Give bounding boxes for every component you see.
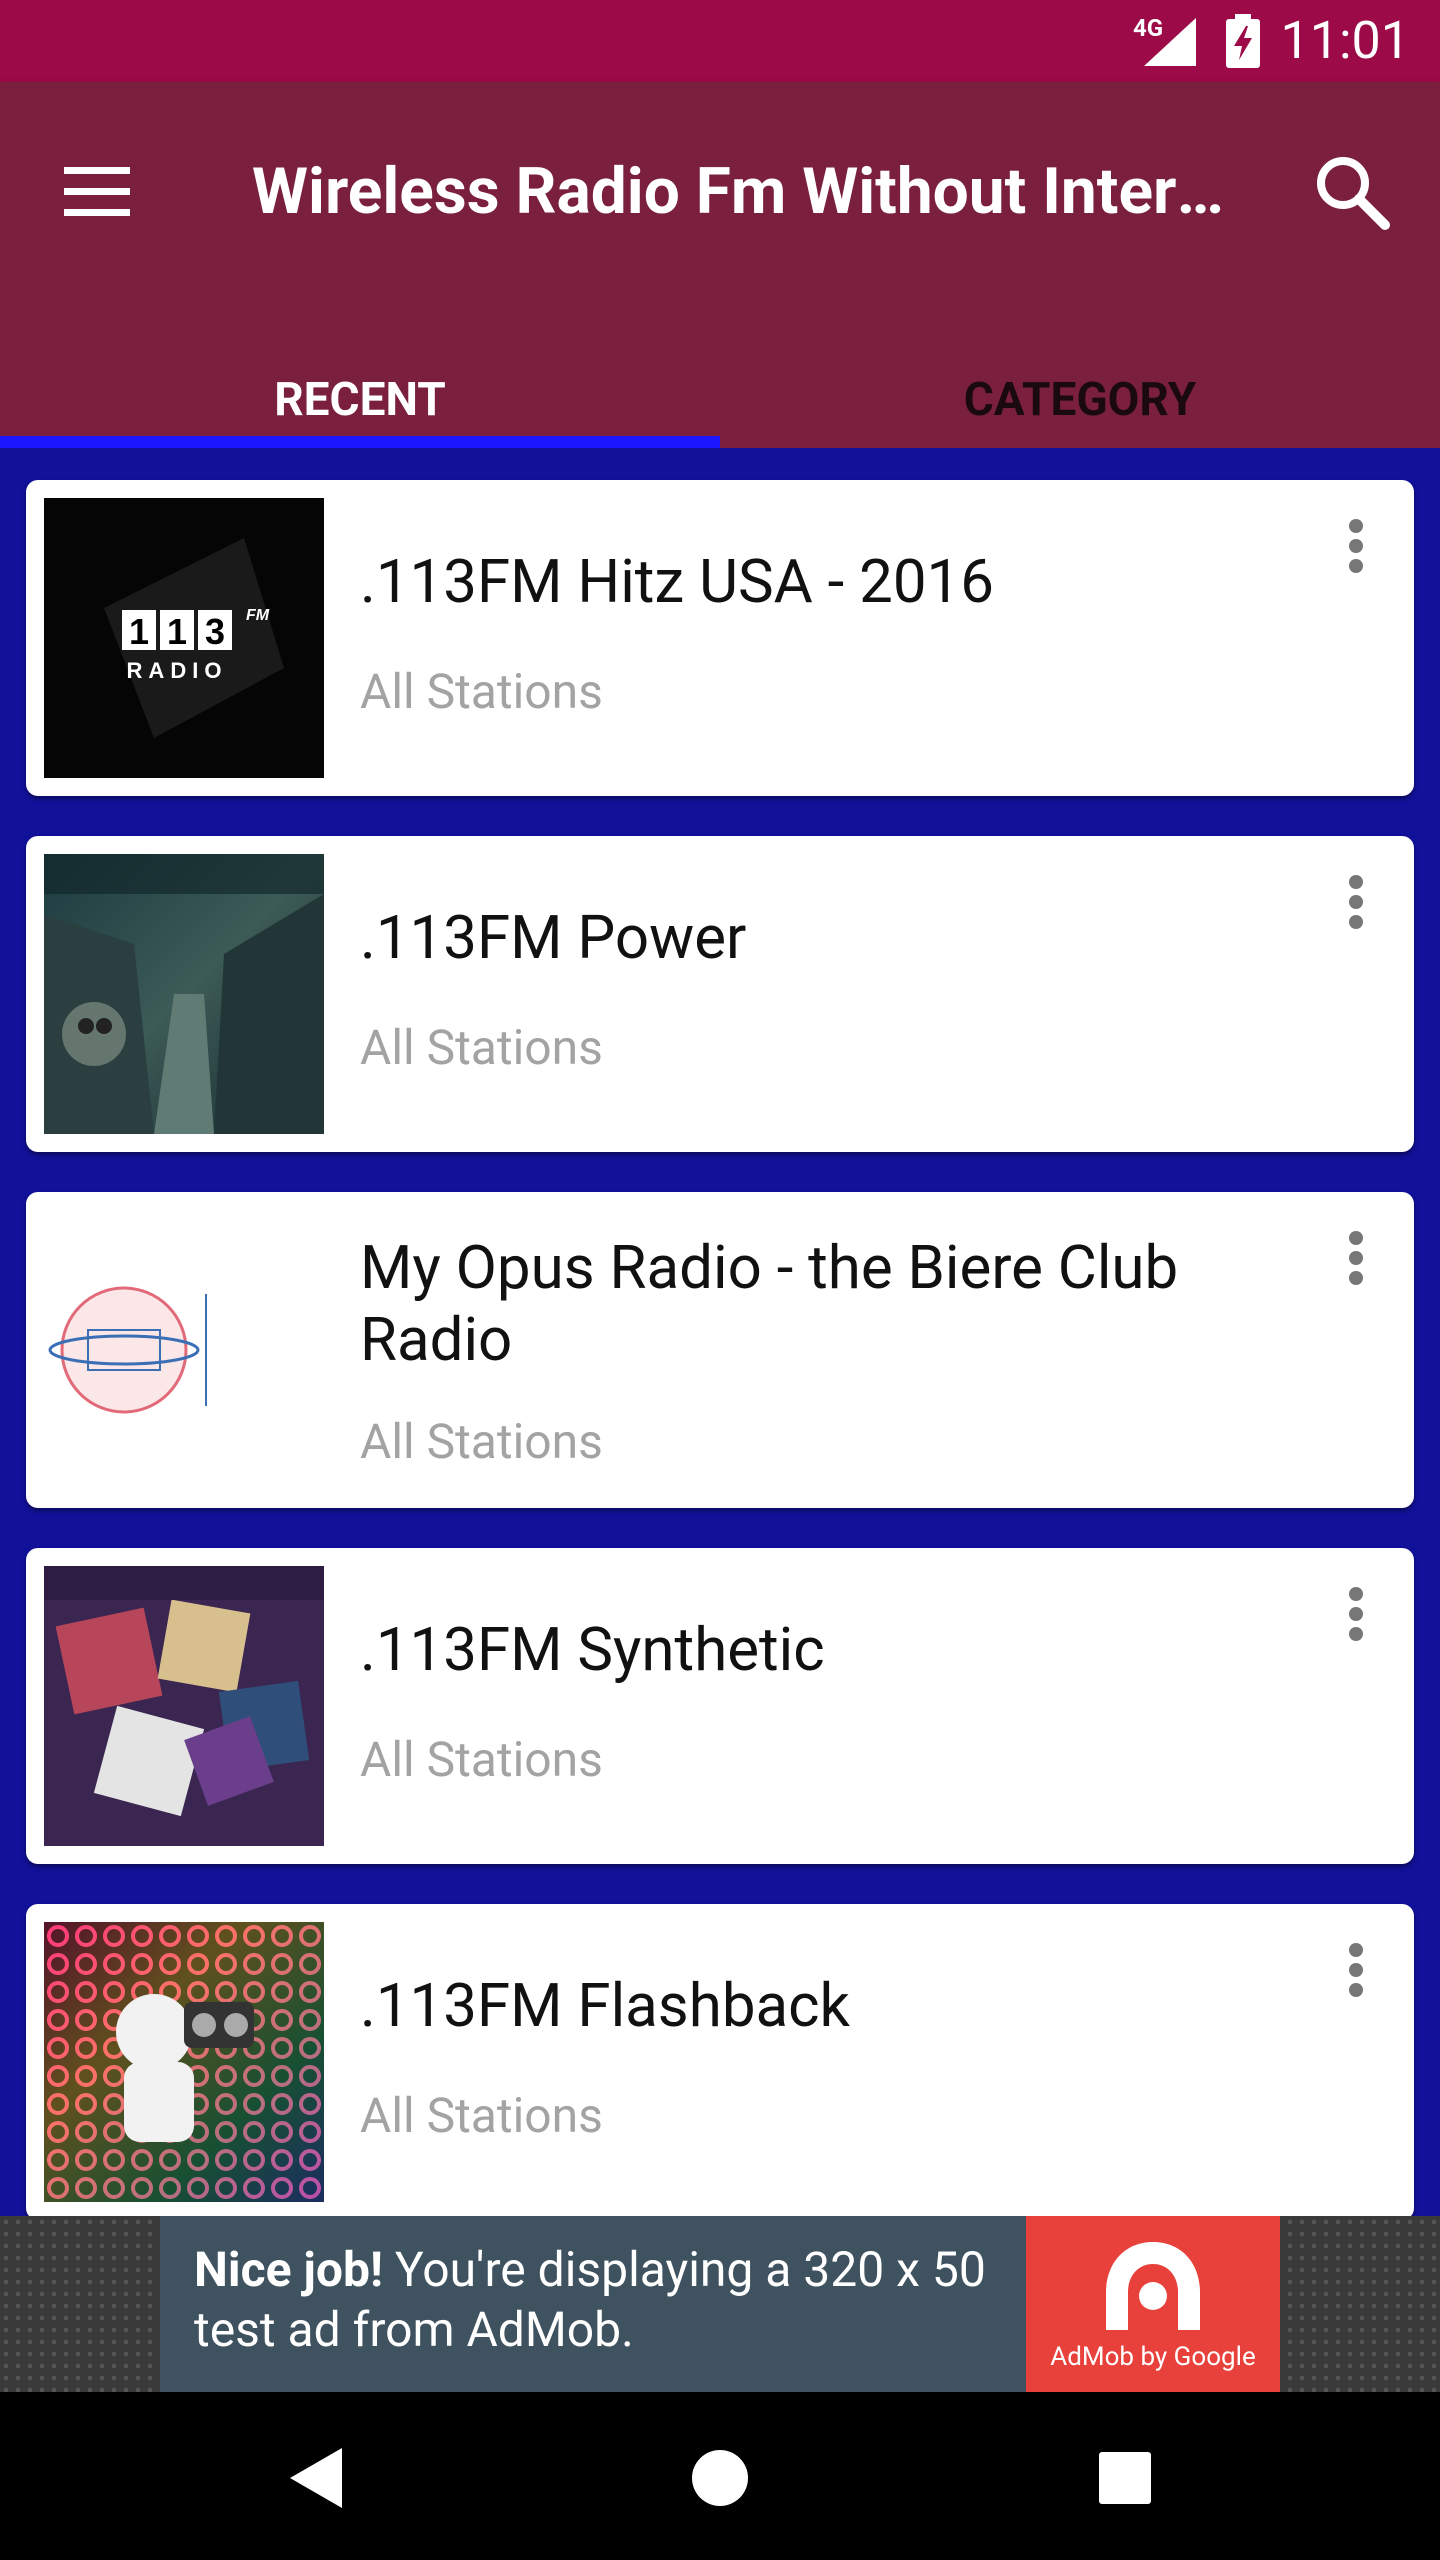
station-subtitle: All Stations [360, 663, 603, 720]
admob-test-ad[interactable]: Nice job! You're displaying a 320 x 50 t… [160, 2216, 1280, 2392]
station-thumbnail: 1 1 3 FM RADIO [44, 498, 324, 778]
station-title: .113FM Hitz USA - 2016 [360, 546, 994, 617]
station-thumbnail [44, 1210, 324, 1490]
station-subtitle: All Stations [360, 1413, 603, 1470]
station-card[interactable]: .113FM Synthetic All Stations [26, 1548, 1414, 1864]
more-vert-icon[interactable] [1326, 866, 1386, 956]
svg-text:RADIO: RADIO [127, 658, 228, 683]
ad-banner[interactable]: Nice job! You're displaying a 320 x 50 t… [0, 2216, 1440, 2392]
search-icon[interactable] [1305, 145, 1401, 241]
svg-text:1: 1 [129, 611, 149, 652]
more-vert-icon[interactable] [1326, 1222, 1386, 1312]
system-nav-bar [0, 2392, 1440, 2560]
ad-text: Nice job! You're displaying a 320 x 50 t… [194, 2240, 994, 2360]
tab-recent[interactable]: RECENT [0, 352, 720, 448]
station-thumbnail [44, 1922, 324, 2202]
admob-glyph-icon [1106, 2242, 1200, 2330]
battery-charging-icon [1226, 14, 1260, 68]
station-card[interactable]: .113FM Flashback All Stations [26, 1904, 1414, 2216]
admob-brand-label: AdMob by Google [1050, 2342, 1256, 2372]
cell-signal-icon [1144, 18, 1196, 66]
app-title: Wireless Radio Fm Without Internet [252, 154, 1232, 229]
home-circle-icon[interactable] [678, 2436, 762, 2520]
admob-logo: AdMob by Google [1026, 2216, 1280, 2392]
status-clock: 11:01 [1280, 10, 1411, 71]
station-thumbnail [44, 1566, 324, 1846]
station-title: .113FM Synthetic [360, 1614, 825, 1685]
more-vert-icon[interactable] [1326, 1934, 1386, 2024]
station-subtitle: All Stations [360, 1019, 603, 1076]
station-subtitle: All Stations [360, 1731, 603, 1788]
recents-square-icon[interactable] [1083, 2436, 1167, 2520]
hamburger-menu-icon[interactable] [52, 147, 142, 237]
tab-category[interactable]: CATEGORY [720, 352, 1440, 448]
station-title: My Opus Radio - the Biere Club Radio [360, 1232, 1179, 1375]
station-card[interactable]: .113FM Power All Stations [26, 836, 1414, 1152]
station-card[interactable]: 1 1 3 FM RADIO .113FM Hitz USA - 2016 Al… [26, 480, 1414, 796]
station-card[interactable]: My Opus Radio - the Biere Club Radio All… [26, 1192, 1414, 1508]
ad-headline: Nice job! [194, 2241, 383, 2298]
app-bar: Wireless Radio Fm Without Internet RECEN… [0, 82, 1440, 448]
station-subtitle: All Stations [360, 2087, 603, 2144]
station-title: .113FM Power [360, 902, 747, 973]
more-vert-icon[interactable] [1326, 510, 1386, 600]
tab-indicator [0, 436, 720, 448]
more-vert-icon[interactable] [1326, 1578, 1386, 1668]
svg-text:1: 1 [167, 611, 187, 652]
station-list[interactable]: 1 1 3 FM RADIO .113FM Hitz USA - 2016 Al… [0, 448, 1440, 2216]
svg-text:3: 3 [205, 611, 225, 652]
svg-text:FM: FM [246, 607, 270, 624]
station-title: .113FM Flashback [360, 1970, 850, 2041]
status-bar: 4G 11:01 [0, 0, 1440, 82]
back-triangle-icon[interactable] [276, 2436, 360, 2520]
tab-bar: RECENT CATEGORY [0, 352, 1440, 448]
station-thumbnail [44, 854, 324, 1134]
